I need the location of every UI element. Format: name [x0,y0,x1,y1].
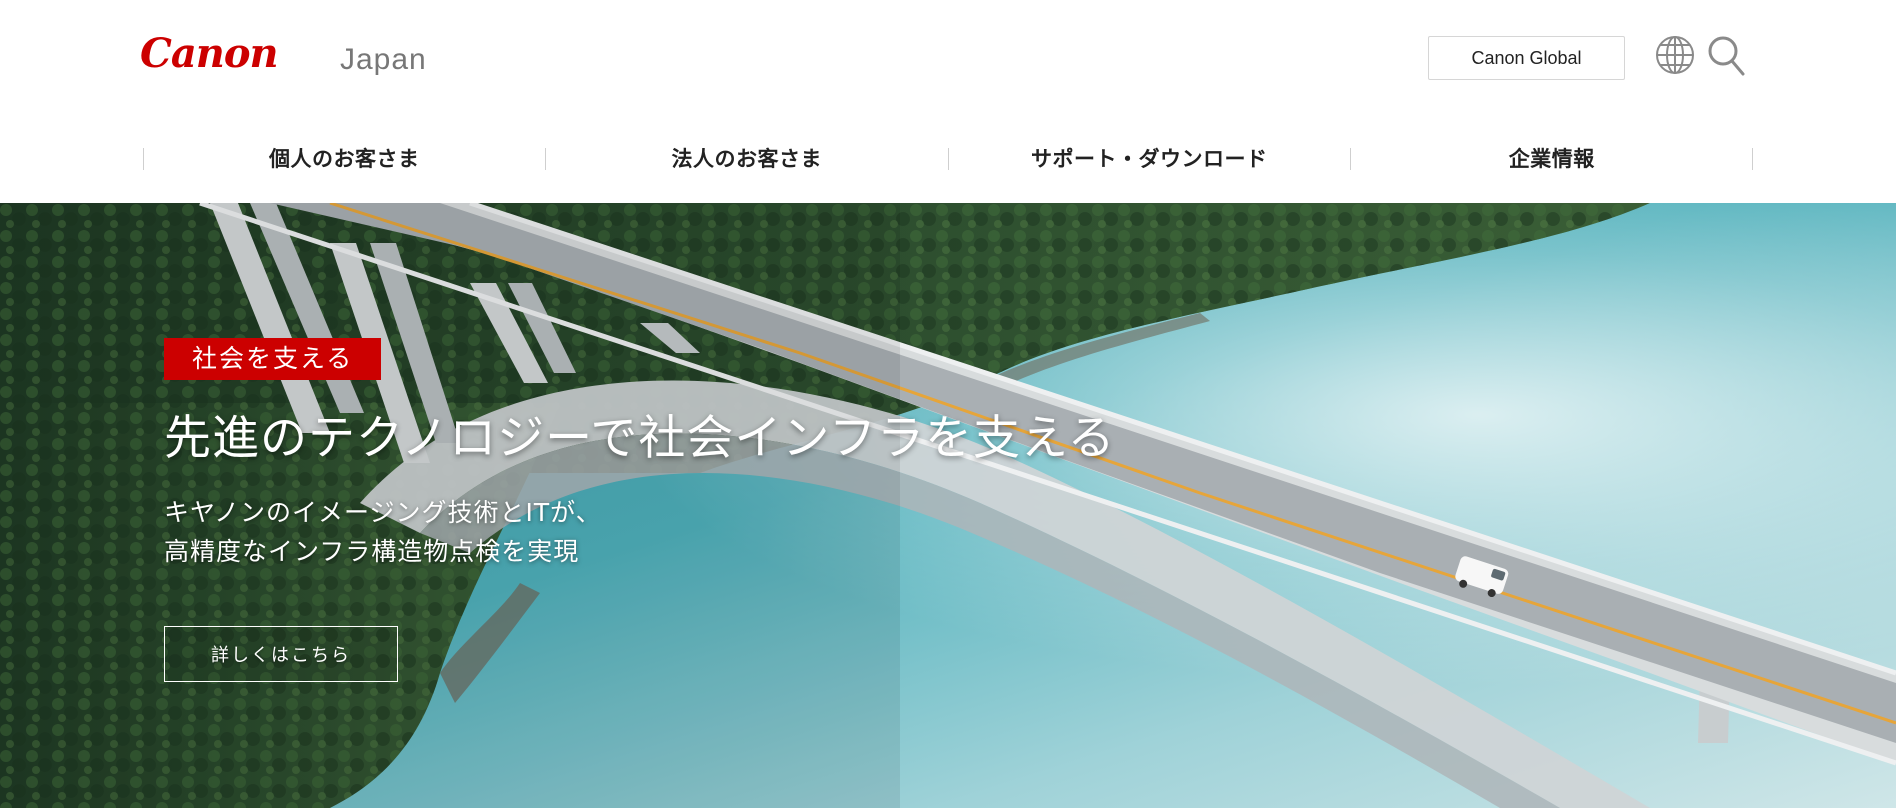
nav-item-support[interactable]: サポート・ダウンロード [948,138,1351,178]
canon-global-button[interactable]: Canon Global [1428,36,1625,80]
nav-divider [1350,148,1351,170]
nav-item-business[interactable]: 法人のお客さま [546,138,949,178]
nav-divider [1752,148,1753,170]
hero-banner[interactable]: 社会を支える 先進のテクノロジーで社会インフラを支える キヤノンのイメージング技… [0,203,1896,808]
details-button[interactable]: 詳しくはこちら [164,626,398,682]
site-header: Canon Japan Canon Global 個人のお客さま 法人のお客さま [0,0,1896,203]
global-nav: 個人のお客さま 法人のお客さま サポート・ダウンロード 企業情報 [143,138,1753,178]
category-tag: 社会を支える [164,338,382,380]
nav-item-personal[interactable]: 個人のお客さま [143,138,546,178]
nav-divider [545,148,546,170]
canon-logo[interactable]: Canon [140,34,300,74]
search-icon[interactable] [1703,32,1749,78]
hero-subtext-line: キヤノンのイメージング技術とITが、 [164,498,602,527]
hero-subtext-line: 高精度なインフラ構造物点検を実現 [164,537,580,566]
nav-item-corporate[interactable]: 企業情報 [1351,138,1754,178]
globe-icon[interactable] [1652,32,1698,78]
hero-subtext: キヤノンのイメージング技術とITが、 高精度なインフラ構造物点検を実現 [164,493,602,571]
hero-headline: 先進のテクノロジーで社会インフラを支える [164,411,1116,466]
region-label: Japan [340,43,427,76]
nav-divider [948,148,949,170]
